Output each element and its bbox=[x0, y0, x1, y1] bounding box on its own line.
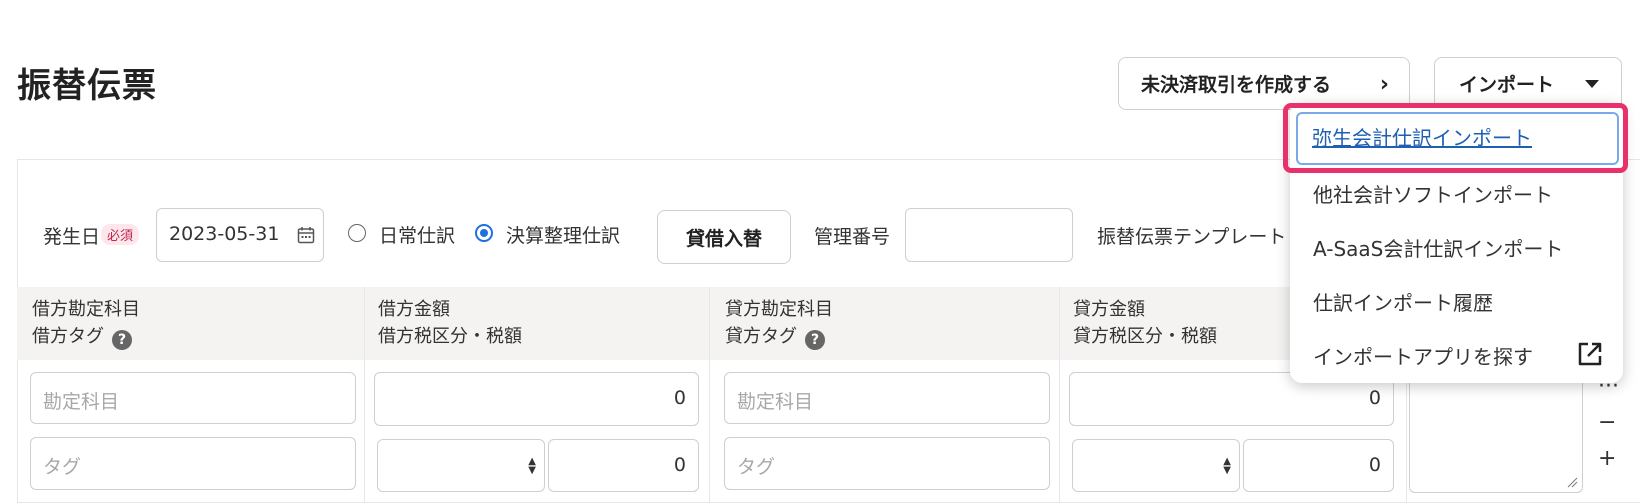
debit-amount-input[interactable]: 0 bbox=[374, 372, 699, 426]
radio-closing-journal[interactable] bbox=[475, 224, 493, 242]
menu-item-other-software-import[interactable]: 他社会計ソフトインポート bbox=[1313, 179, 1553, 208]
debit-account-header: 借方勘定科目 借方タグ? bbox=[32, 296, 140, 350]
radio-closing-label: 決算整理仕訳 bbox=[506, 225, 621, 247]
column-divider bbox=[364, 287, 365, 503]
import-label: インポート bbox=[1459, 74, 1555, 96]
column-divider bbox=[709, 287, 710, 503]
debit-tax-header-text: 借方税区分・税額 bbox=[378, 326, 522, 347]
menu-item-import-history[interactable]: 仕訳インポート履歴 bbox=[1313, 287, 1493, 316]
highlight-box bbox=[1283, 103, 1628, 173]
caret-down-icon bbox=[1585, 80, 1599, 88]
debit-tax-amount-input[interactable]: 0 bbox=[548, 439, 699, 492]
credit-tax-header-text: 貸方税区分・税額 bbox=[1073, 326, 1217, 347]
page-title: 振替伝票 bbox=[17, 66, 157, 106]
template-label: 振替伝票テンプレート bbox=[1097, 226, 1287, 248]
menu-item-find-import-app[interactable]: インポートアプリを探す bbox=[1313, 341, 1533, 370]
debit-tag-input[interactable]: タグ bbox=[30, 437, 356, 490]
debit-amount-header-text: 借方金額 bbox=[378, 299, 450, 320]
debit-account-header-text: 借方勘定科目 bbox=[32, 299, 140, 320]
external-link-icon bbox=[1578, 342, 1602, 366]
credit-account-header: 貸方勘定科目 貸方タグ? bbox=[725, 296, 833, 350]
select-arrows-icon: ▲ ▼ bbox=[528, 456, 536, 476]
page: 振替伝票 未決済取引を作成する › インポート 発生日 必須 2023-05-3… bbox=[0, 0, 1640, 503]
date-label: 発生日 bbox=[43, 226, 101, 248]
calendar-icon[interactable] bbox=[297, 226, 315, 244]
date-value: 2023-05-31 bbox=[169, 223, 280, 245]
help-icon[interactable]: ? bbox=[112, 330, 132, 350]
debit-tax-select[interactable]: ▲ ▼ bbox=[377, 439, 545, 492]
debit-amount-header: 借方金額 借方税区分・税額 bbox=[378, 296, 522, 350]
required-badge: 必須 bbox=[101, 224, 140, 245]
add-row-icon[interactable]: + bbox=[1598, 446, 1616, 471]
credit-amount-header-text: 貸方金額 bbox=[1073, 299, 1145, 320]
debit-tag-header-text: 借方タグ bbox=[32, 326, 104, 347]
column-divider bbox=[1059, 287, 1060, 503]
radio-normal-label: 日常仕訳 bbox=[379, 225, 456, 247]
remove-row-icon[interactable]: − bbox=[1598, 410, 1616, 435]
debit-account-input[interactable]: 勘定科目 bbox=[30, 372, 356, 424]
select-arrows-icon: ▲ ▼ bbox=[1223, 456, 1231, 476]
swap-label: 貸借入替 bbox=[685, 227, 762, 250]
credit-tag-header-text: 貸方タグ bbox=[725, 326, 797, 347]
credit-tax-amount-input[interactable]: 0 bbox=[1243, 439, 1394, 492]
date-input[interactable]: 2023-05-31 bbox=[156, 208, 324, 262]
credit-tax-select[interactable]: ▲ ▼ bbox=[1072, 439, 1240, 492]
credit-amount-header: 貸方金額 貸方税区分・税額 bbox=[1073, 296, 1217, 350]
radio-normal-journal[interactable] bbox=[348, 224, 366, 242]
create-unsettled-label: 未決済取引を作成する bbox=[1141, 74, 1332, 96]
resize-handle-icon[interactable] bbox=[1566, 476, 1578, 488]
swap-debit-credit-button[interactable]: 貸借入替 bbox=[657, 210, 791, 264]
credit-account-header-text: 貸方勘定科目 bbox=[725, 299, 833, 320]
credit-account-input[interactable]: 勘定科目 bbox=[724, 372, 1050, 424]
menu-item-asaas-import[interactable]: A-SaaS会計仕訳インポート bbox=[1313, 233, 1563, 262]
help-icon[interactable]: ? bbox=[805, 330, 825, 350]
chevron-right-icon: › bbox=[1379, 72, 1389, 97]
management-number-input[interactable] bbox=[905, 208, 1073, 262]
management-number-label: 管理番号 bbox=[814, 226, 891, 248]
credit-tag-input[interactable]: タグ bbox=[724, 437, 1050, 490]
